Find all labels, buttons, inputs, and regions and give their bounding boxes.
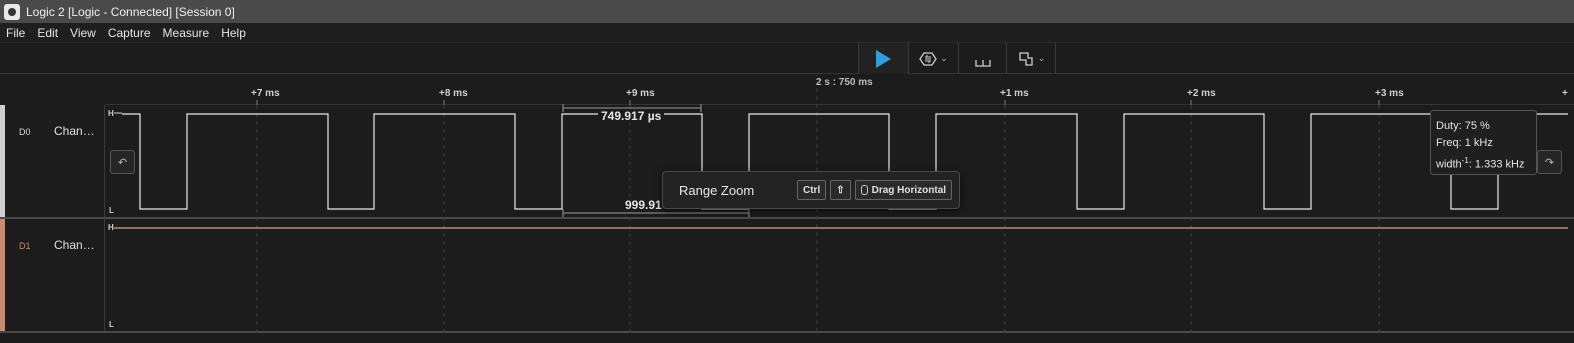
measurement-popup: Duty: 75 % Freq: 1 kHz width-1: 1.333 kH…: [1430, 110, 1537, 175]
range-zoom-tooltip: Range Zoom Ctrl ⇧ Drag Horizontal: [662, 171, 960, 209]
width-prefix: width: [1436, 158, 1462, 171]
mouse-icon: [860, 185, 868, 195]
next-edge-button[interactable]: ↷: [1537, 150, 1562, 174]
drag-horizontal-label: Drag Horizontal: [871, 184, 947, 196]
pulse-width-label: 749.917 µs: [598, 109, 665, 123]
channel-high-marker: H: [108, 223, 114, 232]
ctrl-key: Ctrl: [797, 180, 827, 200]
width-suffix: : 1.333 kHz: [1468, 158, 1525, 171]
channel-high-marker: H: [108, 109, 114, 118]
drag-hint: Drag Horizontal: [854, 180, 953, 200]
prev-edge-button[interactable]: ↶: [110, 150, 135, 174]
freq-value: Freq: 1 kHz: [1436, 137, 1493, 149]
width-superscript: -1: [1461, 156, 1469, 165]
channel-low-marker: L: [109, 206, 114, 215]
width-inverse-value: width-1: 1.333 kHz: [1436, 152, 1536, 174]
next-edge-icon: ↷: [1544, 156, 1555, 169]
shift-key: ⇧: [830, 180, 851, 200]
period-label: 999.91: [622, 198, 665, 212]
channel-low-marker: L: [109, 320, 114, 329]
range-zoom-title: Range Zoom: [679, 182, 755, 198]
prev-edge-icon: ↶: [117, 156, 128, 169]
duty-value: Duty: 75 %: [1436, 120, 1490, 132]
